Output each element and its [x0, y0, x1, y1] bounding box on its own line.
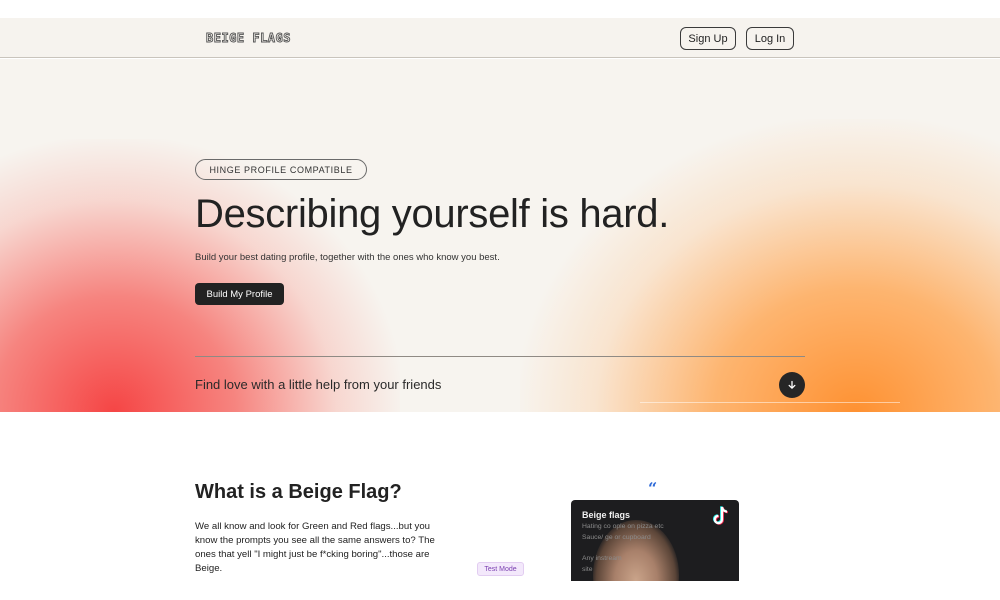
sign-up-button[interactable]: Sign Up	[680, 27, 736, 50]
build-profile-button[interactable]: Build My Profile	[195, 283, 284, 305]
arrow-down-icon	[788, 380, 796, 389]
tiktok-icon	[712, 506, 728, 525]
top-spacer	[0, 0, 1000, 18]
orange-gradient-blob	[520, 119, 1000, 412]
hero-title: Describing yourself is hard.	[195, 192, 670, 236]
logo[interactable]: BEIGE FLAGS	[206, 31, 291, 46]
top-navbar: BEIGE FLAGS Sign Up Log In	[0, 18, 1000, 58]
hero-section: HINGE PROFILE COMPATIBLE Describing your…	[0, 59, 1000, 412]
video-caption-line: site	[582, 566, 593, 573]
video-heading: Beige flags	[582, 510, 631, 520]
test-mode-badge: Test Mode	[477, 562, 524, 576]
tiktok-video-embed[interactable]: Beige flags Hating co ople on pizza etc …	[571, 500, 739, 581]
scroll-down-button[interactable]	[779, 372, 805, 398]
decorative-line	[640, 402, 900, 403]
compatibility-badge: HINGE PROFILE COMPATIBLE	[195, 159, 367, 180]
hero-subtitle: Build your best dating profile, together…	[195, 252, 500, 263]
video-caption-line: Any instream	[582, 555, 622, 562]
quote-icon: “	[648, 479, 658, 498]
hero-tagline: Find love with a little help from your f…	[195, 377, 442, 392]
about-title: What is a Beige Flag?	[195, 481, 402, 503]
video-caption-line: Sauce/ ge or cupboard	[582, 534, 651, 541]
hero-divider	[195, 356, 805, 357]
about-body: We all know and look for Green and Red f…	[195, 521, 435, 574]
video-caption-line: Hating co ople on pizza etc	[582, 523, 664, 530]
log-in-button[interactable]: Log In	[746, 27, 794, 50]
